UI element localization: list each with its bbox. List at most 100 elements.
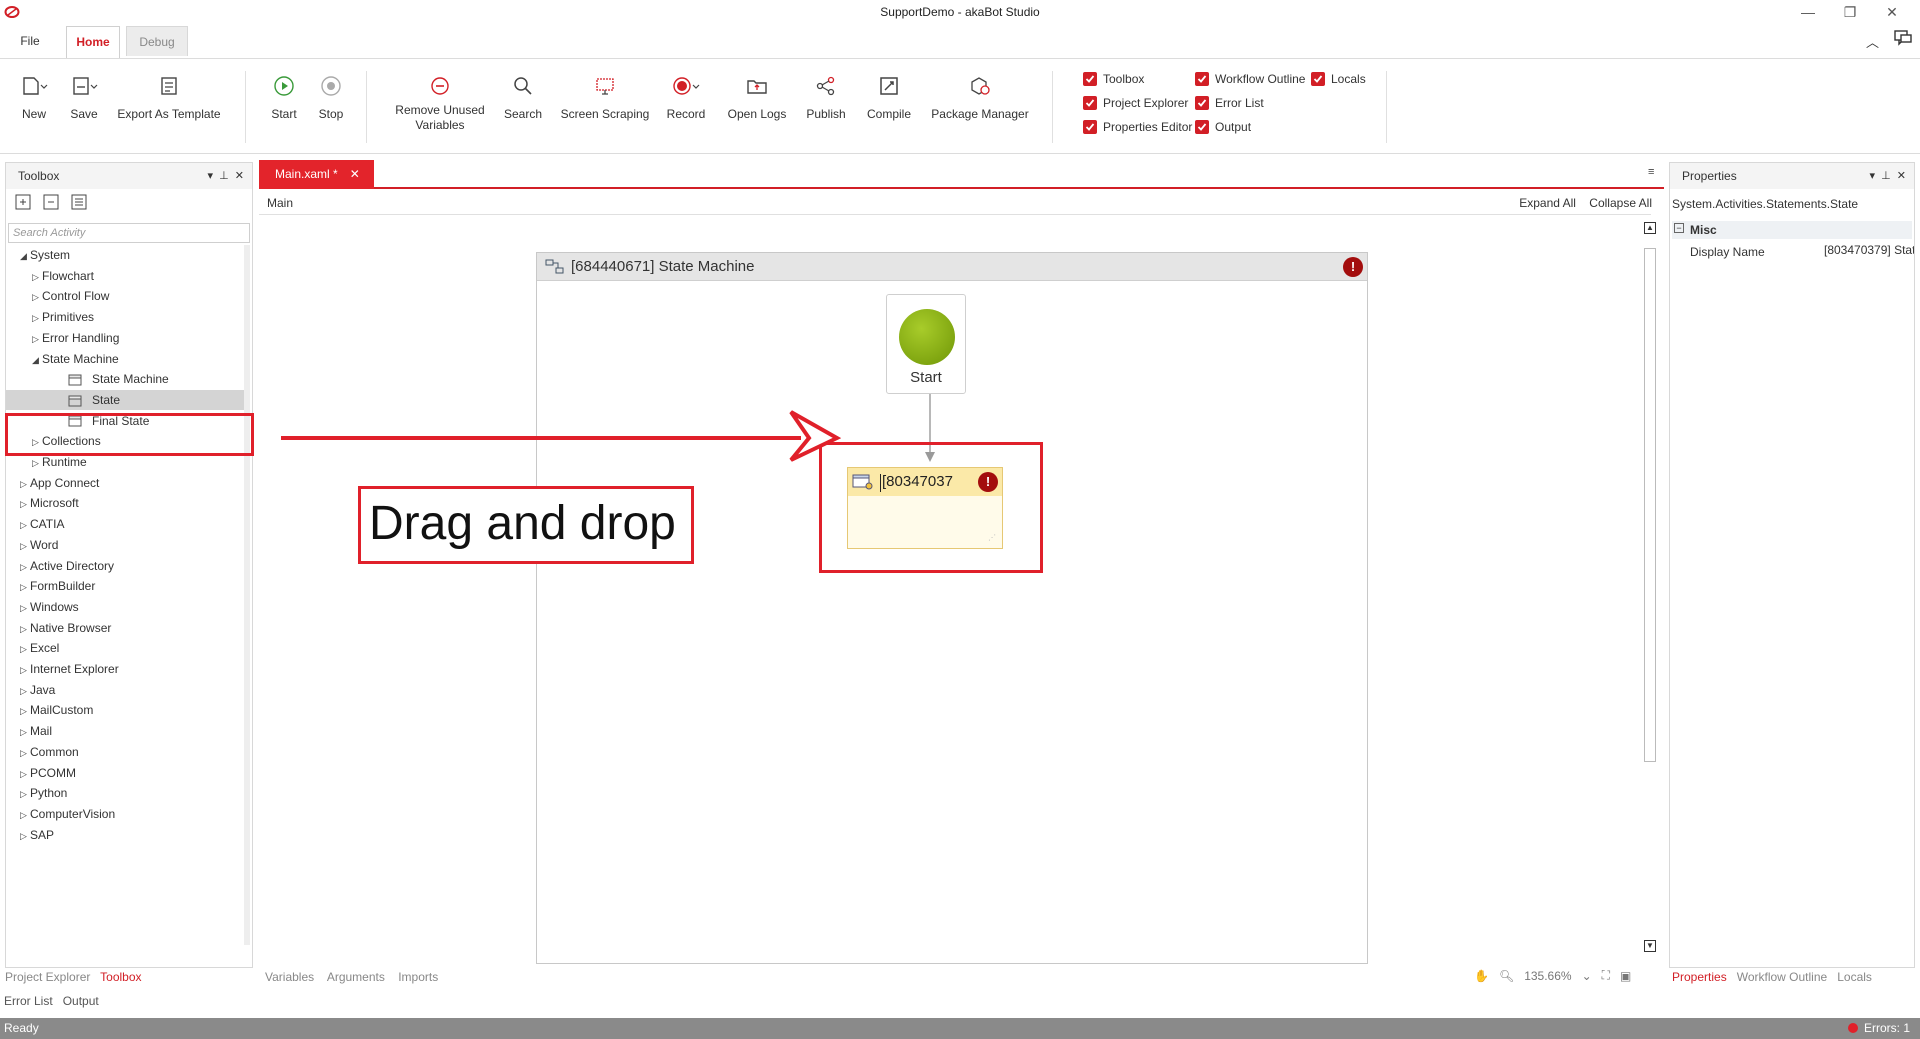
collapsed-arrow-icon[interactable]: ▷	[32, 308, 42, 328]
tab-home[interactable]: Home	[66, 26, 120, 59]
compile-button[interactable]: Compile	[864, 71, 914, 122]
collapsed-arrow-icon[interactable]: ▷	[20, 660, 30, 680]
search-activity-input[interactable]: Search Activity	[8, 223, 250, 243]
misc-category[interactable]: Misc	[1672, 221, 1912, 239]
overview-icon[interactable]: ▣	[1620, 969, 1631, 983]
collapsed-arrow-icon[interactable]: ▷	[20, 639, 30, 659]
collapsed-arrow-icon[interactable]: ▷	[20, 619, 30, 639]
canvas-scrollbar[interactable]: ▲ ▼	[1644, 222, 1658, 962]
tree-item[interactable]: ▷ Error Handling	[6, 328, 244, 348]
tab-arguments[interactable]: Arguments	[327, 970, 385, 984]
open-logs-button[interactable]: Open Logs	[724, 71, 790, 122]
list-view-icon[interactable]	[66, 193, 84, 211]
collapsed-arrow-icon[interactable]: ▷	[20, 722, 30, 742]
expanded-arrow-icon[interactable]: ◢	[32, 350, 42, 370]
scroll-down-icon[interactable]: ▼	[1644, 940, 1656, 952]
collapsed-arrow-icon[interactable]: ▷	[32, 329, 42, 349]
tab-toolbox[interactable]: Toolbox	[100, 970, 141, 984]
tree-item[interactable]: ▷ ComputerVision	[6, 804, 244, 824]
new-button[interactable]: New	[14, 71, 54, 122]
tree-item[interactable]: ◢ System	[6, 245, 244, 265]
collapsed-arrow-icon[interactable]: ▷	[20, 474, 30, 494]
tree-item[interactable]: ▷ Primitives	[6, 307, 244, 327]
tree-item[interactable]: ▷ Java	[6, 680, 244, 700]
collapsed-arrow-icon[interactable]: ▷	[20, 681, 30, 701]
scroll-up-icon[interactable]: ▲	[1644, 222, 1656, 234]
tree-item[interactable]: ◢ State Machine	[6, 349, 244, 369]
chat-icon[interactable]	[1894, 30, 1912, 46]
collapsed-arrow-icon[interactable]: ▷	[20, 598, 30, 618]
pan-hand-icon[interactable]: ✋	[1474, 969, 1489, 983]
collapsed-arrow-icon[interactable]: ▷	[20, 557, 30, 577]
save-button[interactable]: Save	[64, 71, 104, 122]
collapse-category-icon[interactable]: −	[1674, 223, 1684, 233]
collapsed-arrow-icon[interactable]: ▷	[20, 826, 30, 846]
tree-item[interactable]: ▷ App Connect	[6, 473, 244, 493]
tree-item[interactable]: ▷ Control Flow	[6, 286, 244, 306]
project-explorer-checkbox[interactable]: Project Explorer	[1083, 96, 1188, 110]
export-as-template-button[interactable]: Export As Template	[115, 71, 223, 122]
toolbox-scrollbar[interactable]	[244, 245, 250, 945]
collapsed-arrow-icon[interactable]: ▷	[20, 805, 30, 825]
collapse-all-link[interactable]: Collapse All	[1589, 196, 1652, 210]
tab-file[interactable]: File	[10, 26, 50, 56]
tab-variables[interactable]: Variables	[265, 970, 314, 984]
workflow-outline-checkbox[interactable]: Workflow Outline	[1195, 72, 1305, 86]
panel-controls[interactable]: ▾ ⊥ ✕	[207, 169, 244, 182]
collapsed-arrow-icon[interactable]: ▷	[32, 267, 42, 287]
tree-item[interactable]: ▷ Active Directory	[6, 556, 244, 576]
stop-button[interactable]: Stop	[311, 71, 351, 122]
close-tab-icon[interactable]: ✕	[350, 167, 360, 181]
tree-item[interactable]: ▷ Word	[6, 535, 244, 555]
tab-debug[interactable]: Debug	[126, 26, 188, 56]
locals-checkbox[interactable]: Locals	[1311, 72, 1366, 86]
panel-controls[interactable]: ▾ ⊥ ✕	[1869, 169, 1906, 182]
collapsed-arrow-icon[interactable]: ▷	[20, 701, 30, 721]
tree-item[interactable]: ▷ Mail	[6, 721, 244, 741]
collapsed-arrow-icon[interactable]: ▷	[32, 453, 42, 473]
collapsed-arrow-icon[interactable]: ▷	[20, 494, 30, 514]
package-manager-button[interactable]: Package Manager	[930, 71, 1030, 122]
tree-item[interactable]: ▷ Windows	[6, 597, 244, 617]
screen-scraping-button[interactable]: Screen Scraping	[560, 71, 650, 122]
error-list-checkbox[interactable]: Error List	[1195, 96, 1264, 110]
start-button[interactable]: Start	[264, 71, 304, 122]
collapsed-arrow-icon[interactable]: ▷	[20, 577, 30, 597]
tab-project-explorer[interactable]: Project Explorer	[5, 970, 90, 984]
tree-item[interactable]: ▷ Microsoft	[6, 493, 244, 513]
tree-item[interactable]: ▷ MailCustom	[6, 700, 244, 720]
tree-item[interactable]: State Machine	[6, 369, 244, 389]
collapsed-arrow-icon[interactable]: ▷	[32, 287, 42, 307]
close-button[interactable]: ✕	[1872, 2, 1912, 22]
tab-list-menu-icon[interactable]: ≡	[1648, 166, 1654, 178]
expanded-arrow-icon[interactable]: ◢	[20, 246, 30, 266]
fit-to-screen-icon[interactable]: ⛶	[1602, 968, 1610, 983]
tree-item-selected[interactable]: State	[6, 389, 244, 410]
properties-editor-checkbox[interactable]: Properties Editor	[1083, 120, 1192, 134]
tab-output[interactable]: Output	[63, 994, 99, 1008]
output-checkbox[interactable]: Output	[1195, 120, 1251, 134]
start-node[interactable]: Start	[886, 294, 966, 394]
tree-item[interactable]: ▷ Excel	[6, 638, 244, 658]
restore-button[interactable]: ❐	[1830, 2, 1870, 22]
collapse-ribbon-icon[interactable]: ︿	[1866, 32, 1879, 51]
expand-all-link[interactable]: Expand All	[1519, 196, 1576, 210]
minimize-button[interactable]: —	[1788, 2, 1828, 22]
tree-item[interactable]: ▷ Internet Explorer	[6, 659, 244, 679]
tab-workflow-outline[interactable]: Workflow Outline	[1737, 970, 1827, 984]
remove-unused-variables-button[interactable]: Remove Unused Variables	[388, 71, 492, 133]
collapse-all-icon[interactable]	[38, 193, 56, 211]
tab-main-xaml[interactable]: Main.xaml * ✕	[259, 160, 374, 189]
search-button[interactable]: Search	[502, 71, 544, 122]
toolbox-checkbox[interactable]: Toolbox	[1083, 72, 1144, 86]
tree-item[interactable]: ▷ PCOMM	[6, 763, 244, 783]
collapsed-arrow-icon[interactable]: ▷	[20, 536, 30, 556]
tree-item[interactable]: ▷ FormBuilder	[6, 576, 244, 596]
expand-all-icon[interactable]	[10, 193, 28, 211]
tree-item[interactable]: ▷ Common	[6, 742, 244, 762]
collapsed-arrow-icon[interactable]: ▷	[20, 743, 30, 763]
tree-item[interactable]: ▷ Python	[6, 783, 244, 803]
collapsed-arrow-icon[interactable]: ▷	[20, 515, 30, 535]
zoom-level[interactable]: 135.66%	[1524, 969, 1571, 983]
scroll-thumb[interactable]	[1644, 248, 1656, 762]
